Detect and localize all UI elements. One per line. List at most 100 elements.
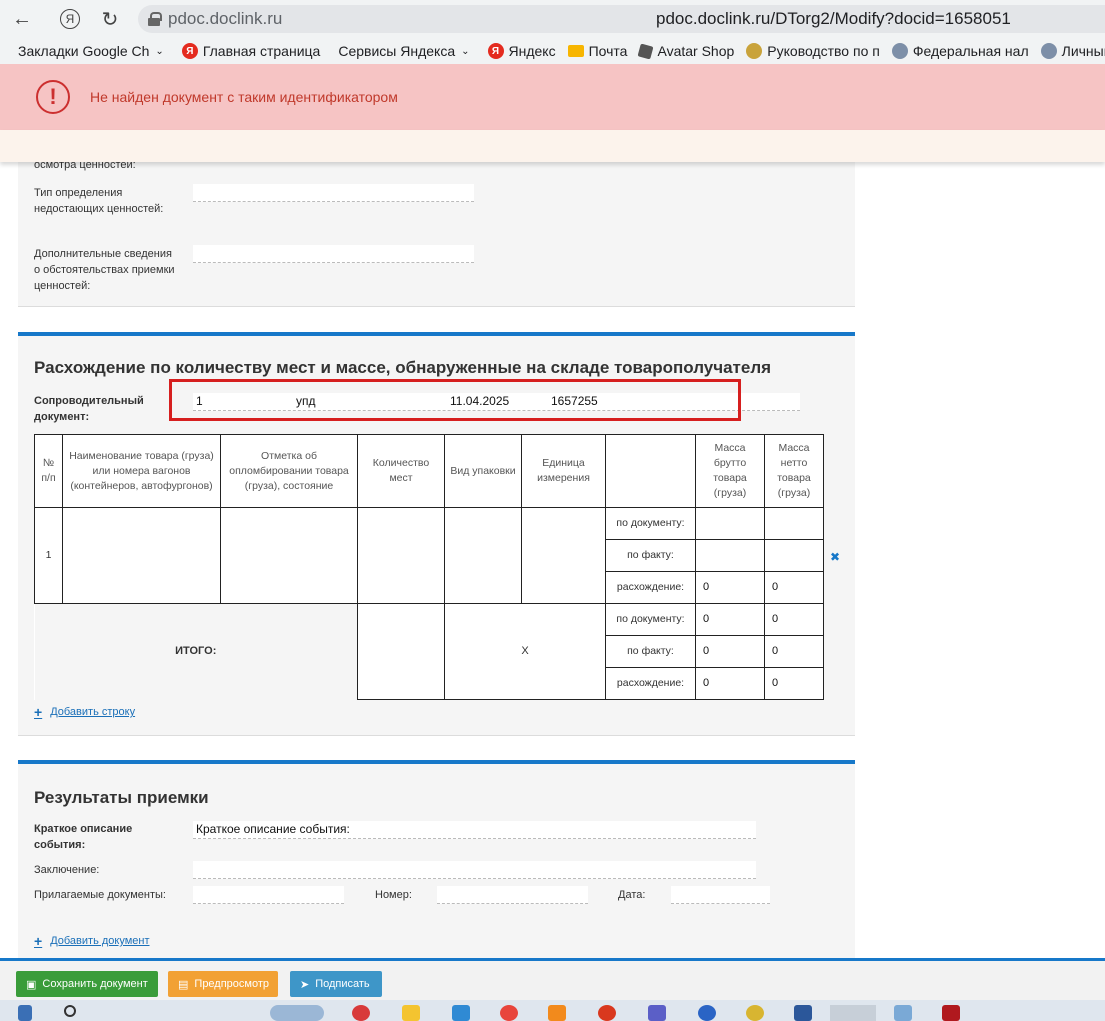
bookmark-label: Федеральная нал bbox=[912, 43, 1029, 59]
floppy-icon: ▣ bbox=[26, 978, 37, 991]
chrome-icon[interactable] bbox=[500, 1005, 518, 1021]
row-doc-gross-cell[interactable] bbox=[695, 507, 765, 540]
highlight-box bbox=[169, 379, 741, 421]
brief-description-field[interactable]: Краткое описание события: bbox=[193, 821, 756, 839]
total-label-by-doc: по документу: bbox=[605, 603, 696, 636]
label-accompanying-doc: Сопроводительный документ: bbox=[34, 395, 144, 423]
table-header-row: № п/п Наименование товара (груза) или но… bbox=[34, 434, 824, 508]
doc-date-field[interactable] bbox=[671, 886, 770, 904]
doc-number-field[interactable] bbox=[437, 886, 588, 904]
chevron-down-icon: ⌄ bbox=[461, 45, 470, 57]
row-name-cell[interactable] bbox=[62, 507, 221, 604]
attached-doc-field[interactable] bbox=[193, 886, 344, 904]
bookmark-personal-cabinet[interactable]: Личный кабине bbox=[1040, 43, 1105, 59]
preview-label: Предпросмотр bbox=[194, 978, 270, 990]
gear-icon bbox=[746, 43, 763, 59]
sign-button[interactable]: ➤ Подписать bbox=[290, 971, 382, 997]
divider bbox=[18, 306, 855, 307]
shop-icon bbox=[638, 43, 654, 59]
delete-row-icon[interactable]: ✖ bbox=[830, 550, 840, 564]
action-bar: ▣ Сохранить документ ▤ Предпросмотр ➤ По… bbox=[0, 958, 1105, 1000]
teams-icon[interactable] bbox=[648, 1005, 666, 1021]
row-places-cell[interactable] bbox=[357, 507, 445, 604]
store-icon[interactable] bbox=[452, 1005, 470, 1021]
label-number: Номер: bbox=[375, 889, 412, 901]
total-doc-gross: 0 bbox=[695, 603, 765, 636]
col-header-package: Вид упаковки bbox=[444, 434, 522, 508]
total-label: ИТОГО: bbox=[34, 603, 358, 700]
reload-icon[interactable]: ↻ bbox=[92, 1, 128, 37]
col-header-name: Наименование товара (груза) или номера в… bbox=[62, 434, 221, 508]
windows-start-icon[interactable] bbox=[18, 1005, 32, 1021]
col-header-unit: Единица измерения bbox=[521, 434, 606, 508]
bookmark-google[interactable]: Закладки Google Ch ⌄ bbox=[18, 43, 164, 59]
bookmark-guide[interactable]: Руководство по п bbox=[746, 43, 880, 59]
label-brief-description: Краткое описание события: bbox=[34, 823, 133, 851]
bookmark-label: Почта bbox=[588, 43, 628, 59]
total-doc-net: 0 bbox=[764, 603, 824, 636]
error-banner: ! Не найден документ с таким идентификат… bbox=[0, 64, 1105, 130]
preview-button[interactable]: ▤ Предпросмотр bbox=[168, 971, 278, 997]
bookmark-mail[interactable]: Почта bbox=[567, 43, 628, 59]
row-diff-net: 0 bbox=[764, 571, 824, 604]
bookmark-federal-tax[interactable]: Федеральная нал bbox=[891, 43, 1029, 59]
plus-icon: + bbox=[34, 704, 43, 720]
conclusion-field[interactable] bbox=[193, 861, 756, 879]
label-attached-docs: Прилагаемые документы: bbox=[34, 889, 166, 901]
banner-shadow bbox=[0, 130, 1105, 162]
yandex-icon: Я bbox=[181, 43, 198, 59]
save-document-button[interactable]: ▣ Сохранить документ bbox=[16, 971, 158, 997]
total-label-by-fact: по факту: bbox=[605, 635, 696, 668]
section-title-results: Результаты приемки bbox=[34, 788, 209, 807]
app-icon[interactable] bbox=[352, 1005, 370, 1021]
app-icon[interactable] bbox=[894, 1005, 912, 1021]
bookmark-label: Личный кабине bbox=[1061, 43, 1105, 59]
row-num: 1 bbox=[34, 507, 63, 604]
document-icon: ▤ bbox=[178, 978, 189, 991]
folder-icon[interactable] bbox=[402, 1005, 420, 1021]
app-icon[interactable] bbox=[942, 1005, 960, 1021]
app-icon[interactable] bbox=[698, 1005, 716, 1021]
row-fact-gross-cell[interactable] bbox=[695, 539, 765, 572]
bookmark-label: Яндекс bbox=[508, 43, 556, 59]
col-header-num: № п/п bbox=[34, 434, 63, 508]
app-icon[interactable] bbox=[746, 1005, 764, 1021]
label-additional-info: Дополнительные сведения о обстоятельства… bbox=[34, 248, 175, 292]
search-icon[interactable] bbox=[64, 1005, 76, 1017]
row-doc-net-cell[interactable] bbox=[764, 507, 824, 540]
widget-icon[interactable] bbox=[270, 1005, 324, 1021]
bookmark-label: Закладки Google Ch bbox=[18, 43, 150, 59]
row-diff-gross: 0 bbox=[695, 571, 765, 604]
bookmark-label: Руководство по п bbox=[767, 43, 880, 59]
address-bar[interactable]: pdoc.doclink.ru pdoc.doclink.ru/DTorg2/M… bbox=[138, 5, 1105, 33]
bookmark-avatar-shop[interactable]: Avatar Shop bbox=[638, 43, 734, 59]
firefox-icon[interactable] bbox=[548, 1005, 566, 1021]
row-package-cell[interactable] bbox=[444, 507, 522, 604]
back-icon[interactable]: ← bbox=[4, 1, 40, 37]
active-app-icon[interactable] bbox=[830, 1005, 876, 1021]
os-taskbar bbox=[0, 1000, 1105, 1021]
yandex-logo-icon[interactable]: Я bbox=[52, 1, 88, 37]
col-header-places: Количество мест bbox=[357, 434, 445, 508]
bookmark-yandex-services[interactable]: Сервисы Яндекса ⌄ bbox=[338, 43, 469, 59]
bookmark-yandex[interactable]: Я Яндекс bbox=[487, 43, 556, 59]
label-shortage-type: Тип определения недостающих ценностей: bbox=[34, 187, 164, 215]
save-label: Сохранить документ bbox=[42, 978, 148, 990]
add-document-link[interactable]: + Добавить документ bbox=[34, 933, 150, 949]
row-unit-cell[interactable] bbox=[521, 507, 606, 604]
add-row-link[interactable]: + Добавить строку bbox=[34, 704, 135, 720]
total-places-cell bbox=[357, 603, 445, 700]
shortage-type-field[interactable] bbox=[193, 184, 474, 202]
additional-info-field[interactable] bbox=[193, 245, 474, 263]
row-fact-net-cell[interactable] bbox=[764, 539, 824, 572]
row-seal-cell[interactable] bbox=[220, 507, 358, 604]
bookmark-main-page[interactable]: Я Главная страница bbox=[181, 43, 320, 59]
bookmark-label: Сервисы Яндекса bbox=[338, 43, 456, 59]
total-x: X bbox=[444, 603, 606, 700]
label-conclusion: Заключение: bbox=[34, 864, 100, 876]
table-row: 1 по документу: bbox=[34, 507, 824, 604]
total-fact-net: 0 bbox=[764, 635, 824, 668]
word-icon[interactable] bbox=[794, 1005, 812, 1021]
row-label-by-fact: по факту: bbox=[605, 539, 696, 572]
yandex-browser-icon[interactable] bbox=[598, 1005, 616, 1021]
